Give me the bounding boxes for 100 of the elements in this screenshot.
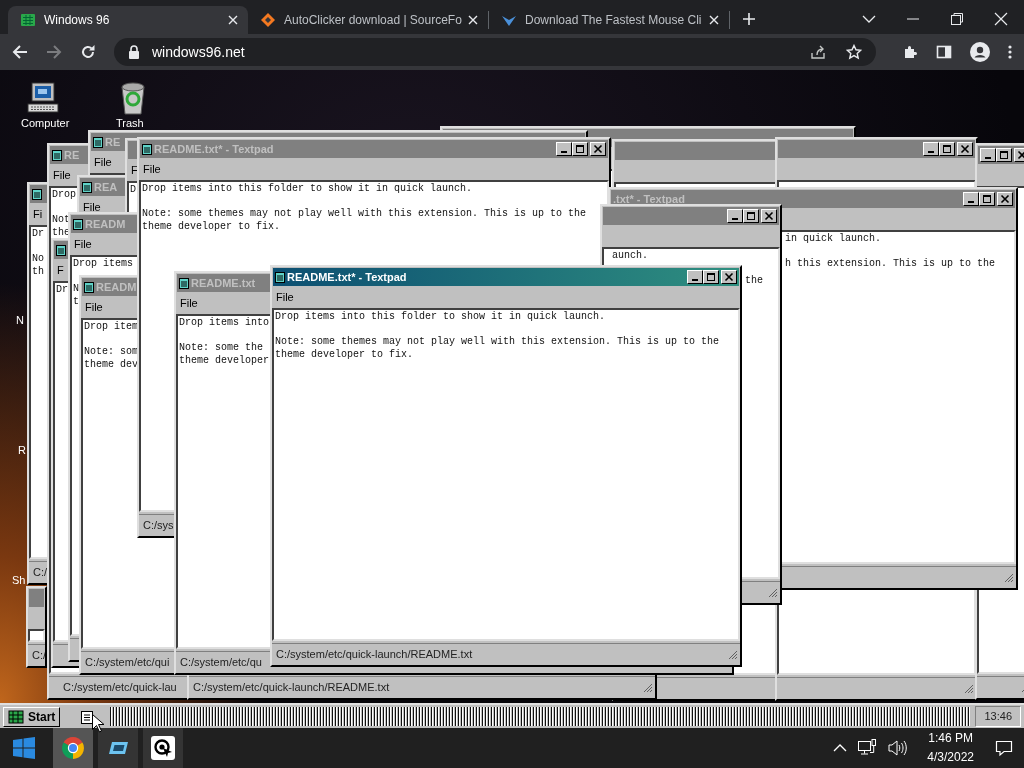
maximize-button[interactable] — [979, 192, 995, 206]
notepad-icon — [275, 271, 285, 283]
window-title: RE — [105, 134, 121, 150]
menu-item[interactable]: File — [143, 161, 161, 178]
icon-label[interactable]: Computer — [21, 115, 70, 132]
text-paragraph: h this extension. This is up to the — [785, 258, 996, 271]
close-icon — [764, 211, 774, 221]
text-paragraph: Drop — [52, 189, 76, 202]
minimize-icon — [968, 201, 974, 203]
text-paragraph: Note: some themes may not play well with this extension. This is up to the theme developer to fix. — [142, 208, 587, 233]
clock: 13:46 — [975, 706, 1021, 727]
menu-item[interactable]: File — [83, 199, 101, 216]
notepad-icon — [81, 709, 94, 724]
resize-grip-icon[interactable] — [964, 683, 974, 694]
close-button[interactable] — [721, 270, 737, 284]
menu-item[interactable]: F — [131, 162, 138, 179]
trash-icon[interactable] — [118, 79, 148, 115]
puzzle-icon[interactable] — [902, 44, 918, 60]
forward-arrow-icon[interactable] — [46, 44, 62, 60]
window-title: .txt* - Textpad — [613, 191, 685, 207]
taskbar-button[interactable] — [143, 728, 183, 768]
maximize-button[interactable] — [939, 142, 955, 156]
close-icon — [1000, 194, 1010, 204]
icon-label[interactable]: N — [16, 312, 24, 329]
close-icon[interactable] — [228, 15, 238, 25]
notification-icon[interactable] — [994, 738, 1014, 758]
menu-item[interactable]: File — [53, 167, 71, 184]
close-icon[interactable] — [709, 15, 719, 25]
minimize-icon — [732, 218, 738, 220]
minimize-button[interactable] — [727, 209, 743, 223]
resize-grip-icon[interactable] — [768, 587, 778, 598]
mouse-pointer-icon — [92, 714, 104, 733]
side-panel-icon[interactable] — [936, 44, 952, 60]
window-title: README.txt* - Textpad — [154, 141, 274, 157]
browser-tab[interactable]: AutoClicker download | SourceFo — [248, 6, 488, 34]
icon-label[interactable]: Sh — [12, 572, 26, 589]
windows-logo-icon[interactable] — [12, 736, 36, 760]
file-path: C:/system/etc/qu — [180, 655, 262, 671]
maximize-button[interactable] — [572, 142, 588, 156]
start-button[interactable]: Start — [3, 706, 61, 727]
taskbar-button[interactable] — [98, 728, 138, 768]
minimize-button[interactable] — [687, 270, 703, 284]
clock-time[interactable]: 1:46 PM — [927, 729, 974, 748]
close-button[interactable] — [957, 142, 973, 156]
menu-item[interactable]: File — [180, 295, 198, 312]
text-area[interactable]: Drop items into this folder to show it in quick launch. Note: some themes may not play well with this extension. This is up to the theme developer to fix. — [272, 308, 740, 641]
maximize-button[interactable] — [703, 270, 719, 284]
computer-icon[interactable] — [25, 82, 61, 114]
maximize-button[interactable] — [743, 209, 759, 223]
profile-icon[interactable] — [970, 42, 990, 62]
browser-tab[interactable]: Windows 96 — [8, 6, 248, 34]
maximize-icon — [575, 144, 585, 154]
maximize-button[interactable] — [996, 148, 1012, 162]
notepad-icon — [56, 244, 66, 256]
diamond-logo-icon — [260, 12, 276, 28]
close-button[interactable] — [761, 209, 777, 223]
icon-label[interactable]: R — [18, 442, 26, 459]
menu-item[interactable]: File — [276, 289, 294, 306]
close-icon[interactable] — [468, 15, 478, 25]
close-button[interactable] — [590, 142, 606, 156]
volume-icon[interactable] — [887, 738, 908, 758]
browser-tab[interactable]: Download The Fastest Mouse Cli — [489, 6, 729, 34]
menu-icon[interactable] — [1008, 44, 1012, 60]
menu-item[interactable]: F — [57, 262, 64, 279]
resize-grip-icon[interactable] — [1004, 572, 1014, 583]
notepad-icon — [93, 136, 103, 148]
resize-grip-icon[interactable] — [728, 649, 738, 660]
text-paragraph: D — [130, 184, 136, 197]
maximize-icon — [706, 272, 716, 282]
text-paragraph: Drop items into this folder to show it in quick launch. — [275, 311, 606, 324]
window-title: README.txt* - Textpad — [287, 269, 407, 285]
menu-item[interactable]: File — [74, 236, 92, 253]
close-button[interactable] — [997, 192, 1013, 206]
text-area[interactable] — [28, 629, 45, 642]
menu-item[interactable]: File — [85, 299, 103, 316]
back-arrow-icon[interactable] — [12, 44, 28, 60]
minimize-button[interactable] — [556, 142, 572, 156]
text-paragraph: Note: som theme dev — [84, 346, 138, 371]
address-bar[interactable]: windows96.net — [114, 38, 876, 66]
resize-grip-icon[interactable] — [643, 682, 653, 693]
reload-icon[interactable] — [80, 44, 96, 60]
lock-icon[interactable] — [128, 45, 140, 59]
restore-icon[interactable] — [950, 12, 964, 26]
close-icon — [724, 272, 734, 282]
file-path: C:/system/etc/qui — [85, 655, 170, 671]
share-icon[interactable] — [810, 44, 826, 60]
close-icon[interactable] — [994, 12, 1008, 26]
menu-item[interactable]: Fi — [33, 206, 43, 223]
click-target-icon — [151, 736, 175, 760]
text-paragraph: in quick launch. — [785, 233, 881, 246]
minimize-button[interactable] — [980, 148, 996, 162]
minimize-button[interactable] — [963, 192, 979, 206]
plus-icon[interactable] — [742, 12, 756, 26]
network-icon[interactable] — [857, 738, 878, 758]
icon-label[interactable]: Trash — [116, 115, 144, 132]
menu-item[interactable]: File — [94, 154, 112, 171]
clock-date[interactable]: 4/3/2022 — [927, 748, 974, 767]
star-icon[interactable] — [846, 44, 862, 60]
minimize-button[interactable] — [923, 142, 939, 156]
text-paragraph: aunch. — [612, 250, 648, 263]
